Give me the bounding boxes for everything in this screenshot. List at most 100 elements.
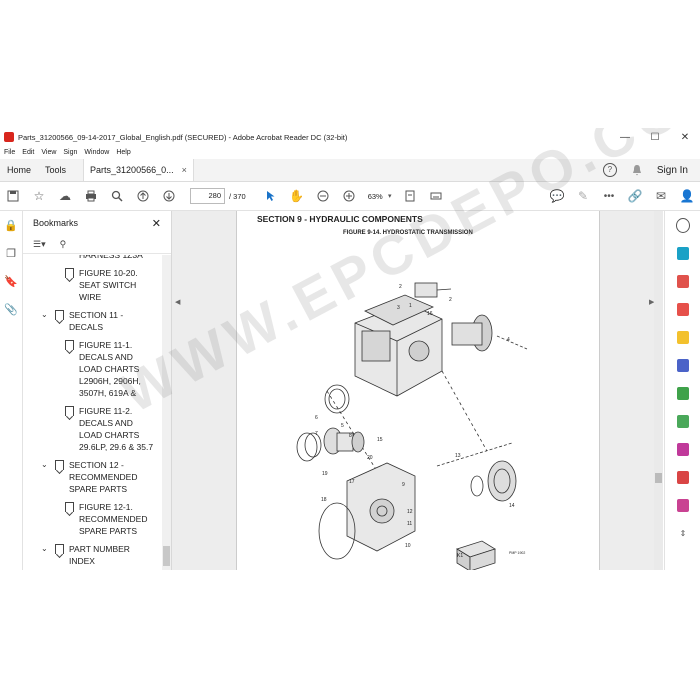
chevron-down-icon[interactable]: ⌄ [41, 543, 48, 555]
callout-13: 13 [455, 453, 461, 459]
bookmark-icon [65, 502, 74, 512]
tab-close-icon[interactable]: × [182, 159, 187, 181]
tab-tools[interactable]: Tools [38, 159, 73, 181]
callout-k1: K1 [457, 553, 463, 559]
hand-tool-icon[interactable]: ✋ [284, 186, 310, 206]
callout-8: 8 [349, 433, 352, 439]
bookmark-icon [55, 544, 64, 554]
chevron-down-icon[interactable]: ▾ [383, 186, 397, 206]
zoom-tool-icon[interactable] [665, 211, 700, 239]
expand-rail-icon[interactable]: ⇕ [665, 519, 700, 547]
callout-2b: 2 [449, 297, 452, 303]
bookmark-icon [65, 268, 74, 278]
bookmark-item[interactable]: HARNESS 1Z3A [23, 255, 161, 261]
callout-15: 15 [377, 437, 383, 443]
bookmark-label: PART NUMBER INDEX [69, 544, 130, 566]
fill-sign-icon[interactable] [665, 435, 700, 463]
more-tools-icon[interactable] [665, 491, 700, 519]
sign-in-button[interactable]: Sign In [657, 165, 688, 176]
pages-icon[interactable]: ❐ [0, 239, 22, 267]
bookmark-icon [65, 340, 74, 350]
page-down-icon[interactable] [156, 186, 182, 206]
menu-help[interactable]: Help [116, 149, 130, 156]
menu-file[interactable]: File [4, 149, 15, 156]
cloud-upload-icon[interactable]: ☁ [52, 186, 78, 206]
callout-9: 9 [402, 482, 405, 488]
select-cursor-icon[interactable] [258, 186, 284, 206]
bookmark-label: FIGURE 10-20. SEAT SWITCH WIRE [79, 268, 138, 302]
save-icon[interactable] [0, 186, 26, 206]
share-link-icon[interactable]: 🔗 [622, 186, 648, 206]
chevron-down-icon[interactable]: ⌄ [41, 459, 48, 471]
find-bookmark-icon[interactable]: ⚲ [60, 239, 67, 250]
callout-19: 19 [322, 471, 328, 477]
zoom-level[interactable]: 63% [368, 192, 383, 201]
scroll-thumb[interactable] [163, 546, 170, 566]
callout-10: 10 [405, 543, 411, 549]
zoom-out-icon[interactable] [310, 186, 336, 206]
callout-12: 12 [407, 509, 413, 515]
bookmark-section[interactable]: ⌄ SECTION 12 - RECOMMENDED SPARE PARTS [23, 459, 161, 495]
bookmark-panel-icon[interactable]: 🔖 [0, 267, 22, 295]
combine-files-icon[interactable] [665, 351, 700, 379]
protect-icon[interactable] [665, 463, 700, 491]
bookmark-item[interactable]: FIGURE 12-1. RECOMMENDED SPARE PARTS [23, 501, 161, 537]
document-scroll-thumb[interactable] [655, 473, 662, 483]
create-pdf-icon[interactable] [665, 267, 700, 295]
chevron-down-icon[interactable]: ⌄ [41, 309, 48, 321]
page-number-input[interactable]: 280 [190, 188, 225, 204]
bookmark-icon [65, 406, 74, 416]
bookmark-options-icon[interactable]: ☰▾ [33, 239, 46, 250]
bookmark-label: FIGURE 12-1. RECOMMENDED SPARE PARTS [79, 502, 148, 536]
callout-4: 4 [507, 337, 510, 343]
close-icon[interactable]: ✕ [152, 217, 161, 230]
callout-14: 14 [509, 503, 515, 509]
export-pdf-icon[interactable] [665, 239, 700, 267]
acrobat-window: Parts_31200566_09-14-2017_Global_English… [0, 128, 700, 570]
comment-tool-icon[interactable] [665, 323, 700, 351]
lock-icon[interactable]: 🔒 [0, 211, 22, 239]
more-options-icon[interactable]: ••• [596, 186, 622, 206]
menu-sign[interactable]: Sign [63, 149, 77, 156]
attachment-icon[interactable]: 📎 [0, 295, 22, 323]
bell-icon[interactable] [631, 164, 643, 176]
acrobat-logo-icon [4, 132, 14, 142]
document-scrollbar[interactable] [654, 211, 663, 570]
callout-6: 6 [315, 415, 318, 421]
bookmark-item[interactable]: FIGURE 10-20. SEAT SWITCH WIRE [23, 267, 161, 303]
bookmark-star-icon[interactable]: ☆ [26, 186, 52, 206]
bookmark-label: SECTION 12 - RECOMMENDED SPARE PARTS [69, 460, 138, 494]
bookmark-section[interactable]: ⌄ PART NUMBER INDEX [23, 543, 161, 567]
bookmark-label: SECTION 11 - DECALS [69, 310, 124, 332]
search-icon[interactable] [104, 186, 130, 206]
add-user-icon[interactable]: 👤 [674, 186, 700, 206]
right-tools-rail: ⇕ [664, 211, 700, 570]
edit-pdf-icon[interactable] [665, 295, 700, 323]
callout-17: 17 [349, 479, 355, 485]
collapse-left-icon[interactable]: ◀ [175, 298, 180, 306]
zoom-in-icon[interactable] [336, 186, 362, 206]
callout-7: 7 [315, 431, 318, 437]
compress-icon[interactable] [665, 407, 700, 435]
menu-edit[interactable]: Edit [22, 149, 34, 156]
email-icon[interactable]: ✉ [648, 186, 674, 206]
callout-16: 16 [427, 311, 433, 317]
main-toolbar: ☆ ☁ 280 / 370 ✋ 63% ▾ 💬 ✎ ••• 🔗 ✉ 👤 [0, 182, 700, 211]
callout-11: 11 [407, 521, 412, 527]
bookmark-section[interactable]: ⌄ SECTION 11 - DECALS [23, 309, 161, 333]
tab-home[interactable]: Home [0, 159, 38, 181]
bookmarks-title: Bookmarks [33, 218, 79, 228]
page-up-icon[interactable] [130, 186, 156, 206]
bookmark-icon [55, 460, 64, 470]
bookmark-icon [55, 310, 64, 320]
callout-1: 1 [409, 303, 412, 309]
tab-document[interactable]: Parts_31200566_0... × [83, 159, 194, 181]
callout-5: 5 [341, 423, 344, 429]
menu-view[interactable]: View [41, 149, 56, 156]
left-rail: 🔒 ❐ 🔖 📎 [0, 211, 23, 570]
print-icon[interactable] [78, 186, 104, 206]
drawing-id: PMP 1902 [509, 551, 525, 555]
window-title: Parts_31200566_09-14-2017_Global_English… [18, 132, 348, 142]
menu-window[interactable]: Window [84, 149, 109, 156]
organize-pages-icon[interactable] [665, 379, 700, 407]
